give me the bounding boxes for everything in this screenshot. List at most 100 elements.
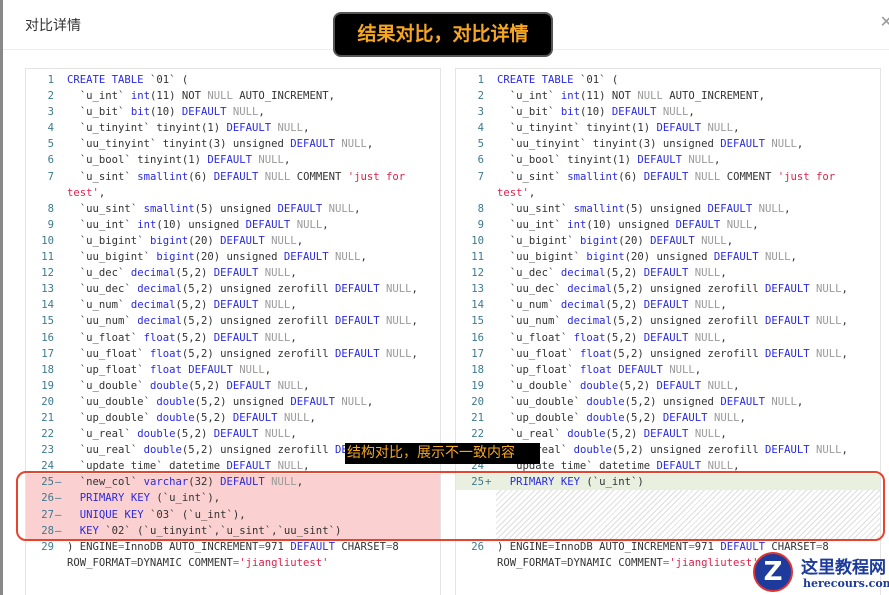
code-line: 21 `up_double` double(5,2) DEFAULT NULL,	[26, 410, 440, 426]
code-text: `uu_int` int(10) unsigned DEFAULT NULL,	[497, 218, 759, 231]
diff-marker	[485, 313, 497, 329]
code-line: 13 `uu_dec` decimal(5,2) unsigned zerofi…	[456, 281, 880, 297]
code-line: 1 CREATE TABLE `01` (	[456, 72, 880, 88]
code-line: 6 `u_bool` tinyint(1) DEFAULT NULL,	[456, 152, 880, 168]
code-text: CREATE TABLE `01` (	[67, 74, 189, 86]
diff-marker	[485, 394, 497, 410]
code-text: `u_float` float(5,2) DEFAULT NULL,	[67, 331, 297, 344]
code-line: 22 `u_real` double(5,2) DEFAULT NULL,	[26, 426, 440, 442]
code-text: `u_bool` tinyint(1) DEFAULT NULL,	[497, 154, 721, 167]
code-text: `uu_num` decimal(5,2) unsigned zerofill …	[497, 315, 848, 328]
code-text: `uu_num` decimal(5,2) unsigned zerofill …	[67, 315, 418, 328]
diff-marker	[485, 265, 497, 281]
dialog-title: 对比详情	[25, 18, 81, 34]
code-text: `uu_dec` decimal(5,2) unsigned zerofill …	[497, 283, 848, 296]
code-text: `up_double` double(5,2) DEFAULT NULL,	[67, 411, 316, 424]
diff-marker	[55, 362, 67, 378]
line-number: 17	[471, 347, 484, 360]
diff-marker	[485, 72, 497, 88]
diff-marker	[485, 169, 497, 201]
line-number: 18	[41, 363, 54, 376]
line-number: 3	[477, 106, 484, 119]
code-text: `u_double` double(5,2) DEFAULT NULL,	[67, 379, 310, 392]
line-number: 2	[477, 90, 484, 103]
code-line: 14 `u_num` decimal(5,2) DEFAULT NULL,	[456, 297, 880, 313]
diff-marker	[55, 152, 67, 168]
code-text: `uu_sint` smallint(5) unsigned DEFAULT N…	[67, 202, 361, 215]
code-line: 4 `u_tinyint` tinyint(1) DEFAULT NULL,	[456, 120, 880, 136]
line-number: 5	[47, 138, 54, 151]
diff-marker	[55, 281, 67, 297]
line-number: 22	[471, 428, 484, 441]
diff-marker	[485, 152, 497, 168]
code-line: 2 `u_int` int(11) NOT NULL AUTO_INCREMEN…	[456, 88, 880, 104]
code-text: `u_real` double(5,2) DEFAULT NULL,	[67, 428, 297, 441]
code-text: `u_num` decimal(5,2) DEFAULT NULL,	[497, 299, 727, 312]
line-number: 14	[471, 299, 484, 312]
close-icon[interactable]: ✕	[880, 12, 889, 31]
code-text: `up_float` float DEFAULT NULL,	[497, 363, 702, 376]
line-number: 22	[41, 428, 54, 441]
code-text: `u_bool` tinyint(1) DEFAULT NULL,	[67, 154, 291, 167]
diff-marker	[485, 104, 497, 120]
line-number: 9	[477, 218, 484, 231]
code-line: 9 `uu_int` int(10) unsigned DEFAULT NULL…	[456, 217, 880, 233]
code-line: 18 `up_float` float DEFAULT NULL,	[456, 362, 880, 378]
code-line: 3 `u_bit` bit(10) DEFAULT NULL,	[456, 104, 880, 120]
code-text: `up_float` float DEFAULT NULL,	[67, 363, 272, 376]
code-text: `uu_bigint` bigint(20) unsigned DEFAULT …	[67, 251, 367, 264]
diff-marker	[55, 410, 67, 426]
diff-marker	[485, 539, 497, 571]
code-line: 9 `uu_int` int(10) unsigned DEFAULT NULL…	[26, 217, 440, 233]
watermark-cn: 这里教程网	[801, 558, 886, 578]
line-number: 10	[41, 234, 54, 247]
code-line: 20 `uu_double` double(5,2) unsigned DEFA…	[26, 394, 440, 410]
code-text: `u_float` float(5,2) DEFAULT NULL,	[497, 331, 727, 344]
line-number: 11	[41, 251, 54, 264]
code-line: 22 `u_real` double(5,2) DEFAULT NULL,	[456, 426, 880, 442]
code-line: 15 `uu_num` decimal(5,2) unsigned zerofi…	[456, 313, 880, 329]
line-number: 16	[471, 331, 484, 344]
line-number: 13	[471, 283, 484, 296]
line-number: 20	[41, 395, 54, 408]
code-text: `u_sint` smallint(6) DEFAULT NULL COMMEN…	[497, 170, 842, 199]
diff-marker	[55, 88, 67, 104]
diff-marker	[55, 169, 67, 201]
watermark: Z 这里教程网 herecours.com	[745, 552, 889, 595]
diff-marker	[55, 136, 67, 152]
diff-marker	[485, 410, 497, 426]
code-text: `uu_float` float(5,2) unsigned zerofill …	[497, 347, 848, 360]
diff-marker	[55, 442, 67, 458]
code-line: 7 `u_sint` smallint(6) DEFAULT NULL COMM…	[26, 169, 440, 201]
code-text: `uu_bigint` bigint(20) unsigned DEFAULT …	[497, 251, 797, 264]
window-edge	[0, 0, 3, 595]
line-number: 6	[47, 154, 54, 167]
line-number: 5	[477, 138, 484, 151]
code-line: 6 `u_bool` tinyint(1) DEFAULT NULL,	[26, 152, 440, 168]
line-number: 6	[477, 154, 484, 167]
diff-marker	[55, 394, 67, 410]
diff-marker	[485, 362, 497, 378]
code-text: `u_tinyint` tinyint(1) DEFAULT NULL,	[497, 122, 740, 135]
diff-marker	[485, 330, 497, 346]
code-line: 12 `u_dec` decimal(5,2) DEFAULT NULL,	[456, 265, 880, 281]
code-line: 10 `u_bigint` bigint(20) DEFAULT NULL,	[26, 233, 440, 249]
diff-marker	[485, 120, 497, 136]
diff-marker	[485, 88, 497, 104]
annotation-diff: 结构对比，展示不一致内容	[345, 443, 540, 464]
code-line: 8 `uu_sint` smallint(5) unsigned DEFAULT…	[26, 201, 440, 217]
code-text: `u_bit` bit(10) DEFAULT NULL,	[67, 106, 265, 119]
line-number: 18	[471, 363, 484, 376]
code-line: 11 `uu_bigint` bigint(20) unsigned DEFAU…	[26, 249, 440, 265]
diff-marker	[55, 249, 67, 265]
code-text: `uu_tinyint` tinyint(3) unsigned DEFAULT…	[67, 138, 374, 151]
line-number: 7	[477, 170, 484, 183]
code-line: 14 `u_num` decimal(5,2) DEFAULT NULL,	[26, 297, 440, 313]
line-number: 1	[47, 74, 54, 86]
code-text: `uu_float` float(5,2) unsigned zerofill …	[67, 347, 418, 360]
code-text: `uu_tinyint` tinyint(3) unsigned DEFAULT…	[497, 138, 804, 151]
line-number: 19	[471, 379, 484, 392]
code-text: `u_tinyint` tinyint(1) DEFAULT NULL,	[67, 122, 310, 135]
code-line: 7 `u_sint` smallint(6) DEFAULT NULL COMM…	[456, 169, 880, 201]
code-text: `u_dec` decimal(5,2) DEFAULT NULL,	[497, 267, 727, 280]
